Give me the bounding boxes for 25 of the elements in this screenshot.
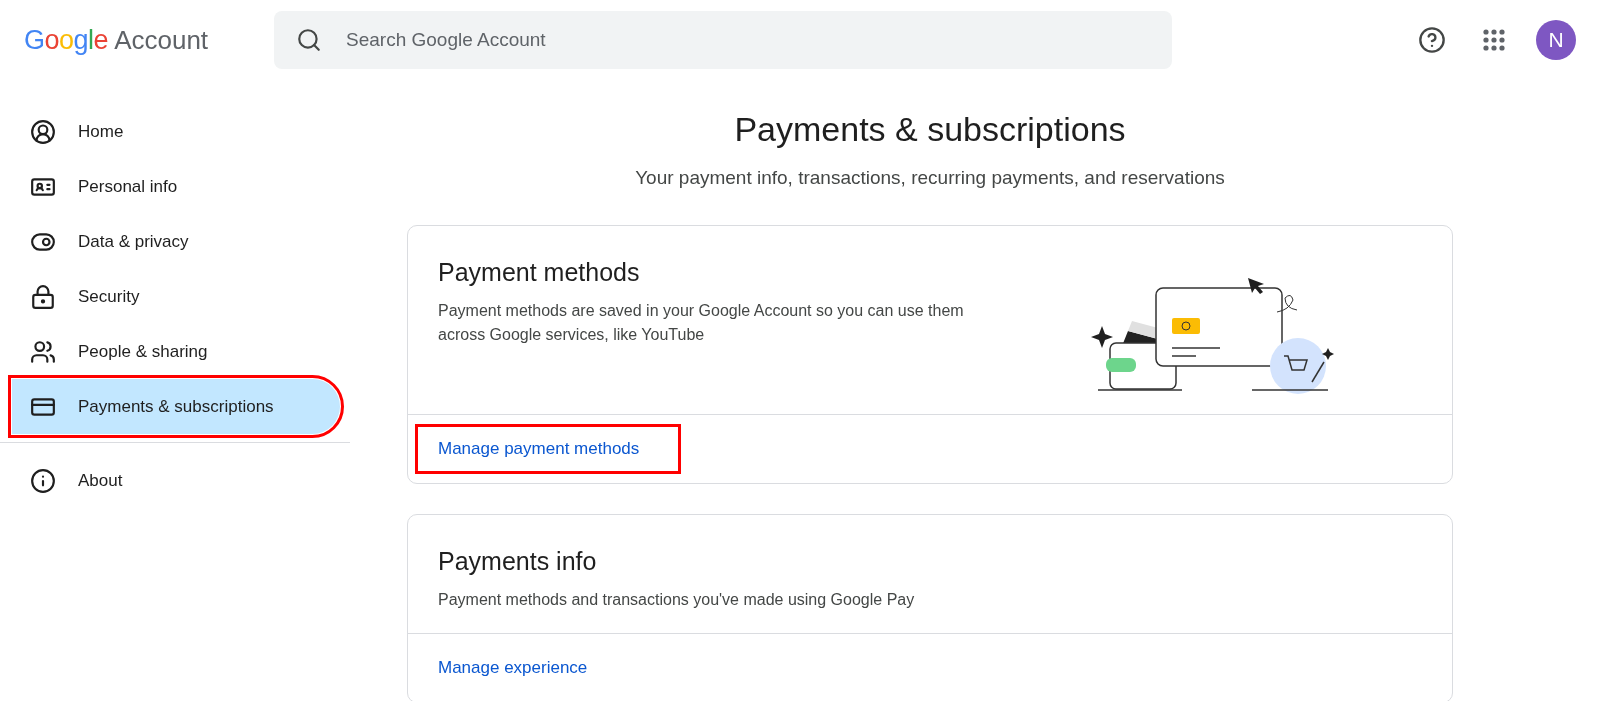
sidebar-item-icon xyxy=(30,283,56,310)
sidebar-item[interactable]: Data & privacy xyxy=(12,214,340,269)
search-field[interactable]: Search Google Account xyxy=(344,28,1150,52)
page-title: Payments & subscriptions xyxy=(734,110,1126,149)
apps-icon xyxy=(1482,28,1506,52)
card-link[interactable]: Manage experience xyxy=(418,646,678,690)
card-description: Payment methods are saved in your Google Account so you can use them across Google services, like YouTube xyxy=(438,301,965,345)
page-subtitle: Your payment info, transactions, recurring payments, and reservations xyxy=(635,167,1225,189)
logo-wordmark: Google xyxy=(24,24,109,56)
sidebar-item-icon xyxy=(30,118,56,145)
avatar[interactable]: N xyxy=(1536,20,1576,60)
sidebar-item[interactable]: About xyxy=(12,453,340,508)
sidebar-item-icon xyxy=(30,338,56,365)
sidebar-item-icon xyxy=(30,467,56,494)
product-name: Account xyxy=(114,24,209,56)
card-title: Payment methods xyxy=(438,258,641,287)
sidebar-item[interactable]: People & sharing xyxy=(12,324,340,379)
card-title: Payments info xyxy=(438,547,598,576)
sidebar-item[interactable]: Security xyxy=(12,269,340,324)
search-bar[interactable]: Search Google Account xyxy=(274,11,1172,69)
card-link[interactable]: Manage payment methods xyxy=(418,427,678,471)
sidebar-item[interactable]: Home xyxy=(12,104,340,159)
card-description: Payment methods and transactions you've made using Google Pay xyxy=(438,590,915,610)
search-icon xyxy=(296,27,322,53)
sidebar-item[interactable]: Personal info xyxy=(12,159,340,214)
